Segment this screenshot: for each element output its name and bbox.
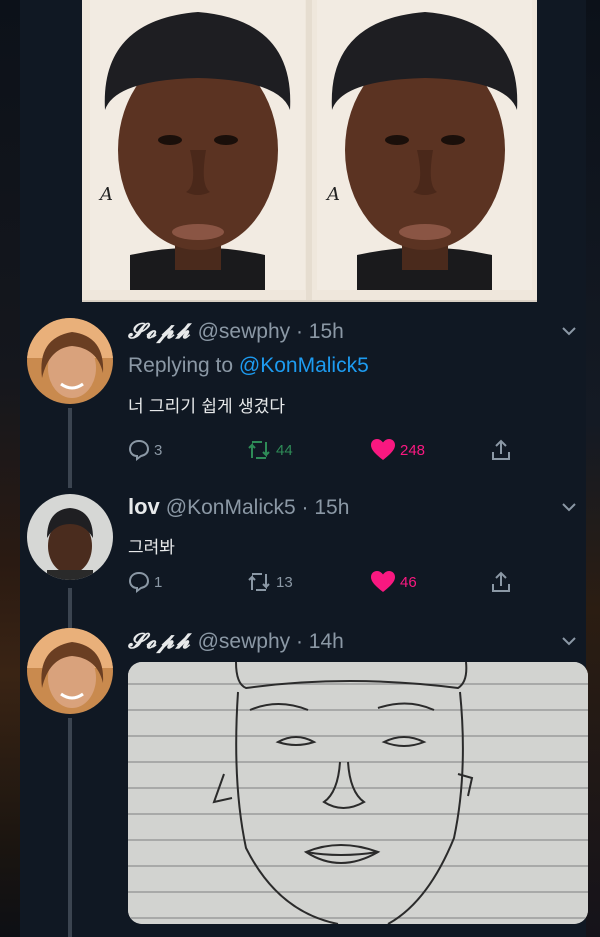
avatar[interactable]	[27, 318, 113, 404]
share-upload-icon	[492, 571, 510, 592]
left-edge-background	[0, 0, 20, 937]
speech-bubble-icon	[128, 571, 150, 593]
tweet-media-sketch[interactable]	[128, 662, 588, 924]
retweet-button[interactable]: 13	[246, 569, 293, 595]
reply-count: 3	[154, 441, 163, 459]
reply-button[interactable]: 3	[128, 437, 162, 463]
portrait-photo-right[interactable]: A	[317, 0, 532, 290]
tweet-header: 𝓢𝓸𝓹𝓱 @sewphy · 15h	[128, 318, 344, 344]
tweet-text: 너 그리기 쉽게 생겼다	[128, 397, 285, 417]
chevron-down-icon[interactable]	[560, 498, 578, 516]
display-name[interactable]: 𝓢𝓸𝓹𝓱	[128, 628, 192, 653]
retweet-arrows-icon	[248, 573, 270, 591]
tweet-text: 그려봐	[128, 538, 175, 558]
timestamp[interactable]: · 15h	[296, 320, 344, 343]
retweet-button[interactable]: 44	[246, 437, 293, 463]
heart-icon	[371, 571, 395, 592]
tweet-actions: 1 13 46	[128, 569, 528, 595]
like-count: 248	[400, 441, 426, 459]
timestamp[interactable]: · 15h	[302, 496, 350, 519]
right-edge-background	[586, 0, 600, 937]
mention-link[interactable]: @KonMalick5	[239, 354, 369, 377]
tweet-header: lov @KonMalick5 · 15h	[128, 494, 349, 520]
retweet-arrows-icon	[248, 441, 270, 459]
heart-icon	[371, 439, 395, 460]
speech-bubble-icon	[128, 439, 150, 461]
display-name[interactable]: 𝓢𝓸𝓹𝓱	[128, 318, 192, 343]
like-button[interactable]: 248	[370, 437, 425, 463]
tweet-header: 𝓢𝓸𝓹𝓱 @sewphy · 14h	[128, 628, 344, 654]
tweet-actions: 3 44 248	[128, 437, 528, 463]
chevron-down-icon[interactable]	[560, 322, 578, 340]
portrait-photo-left[interactable]: A	[90, 0, 305, 290]
thread-line	[68, 408, 72, 488]
reply-count: 1	[154, 573, 163, 591]
tweet-media-photos[interactable]: A A	[82, 0, 537, 302]
retweet-count: 13	[276, 573, 293, 591]
avatar[interactable]	[27, 494, 113, 580]
like-button[interactable]: 46	[370, 569, 417, 595]
user-handle[interactable]: @sewphy	[198, 630, 291, 653]
like-count: 46	[400, 573, 417, 591]
timestamp[interactable]: · 14h	[296, 630, 344, 653]
reply-button[interactable]: 1	[128, 569, 162, 595]
user-handle[interactable]: @KonMalick5	[166, 496, 296, 519]
svg-text:A: A	[325, 184, 340, 205]
share-upload-icon	[492, 439, 510, 460]
retweet-count: 44	[276, 441, 293, 459]
svg-text:A: A	[98, 184, 113, 205]
avatar[interactable]	[27, 628, 113, 714]
replying-to: Replying to @KonMalick5	[128, 354, 369, 377]
user-handle[interactable]: @sewphy	[198, 320, 291, 343]
chevron-down-icon[interactable]	[560, 632, 578, 650]
share-button[interactable]	[490, 569, 512, 595]
thread-line	[68, 588, 72, 628]
thread-line	[68, 718, 72, 937]
display-name[interactable]: lov	[128, 494, 160, 519]
photo-divider	[306, 0, 312, 300]
share-button[interactable]	[490, 437, 512, 463]
